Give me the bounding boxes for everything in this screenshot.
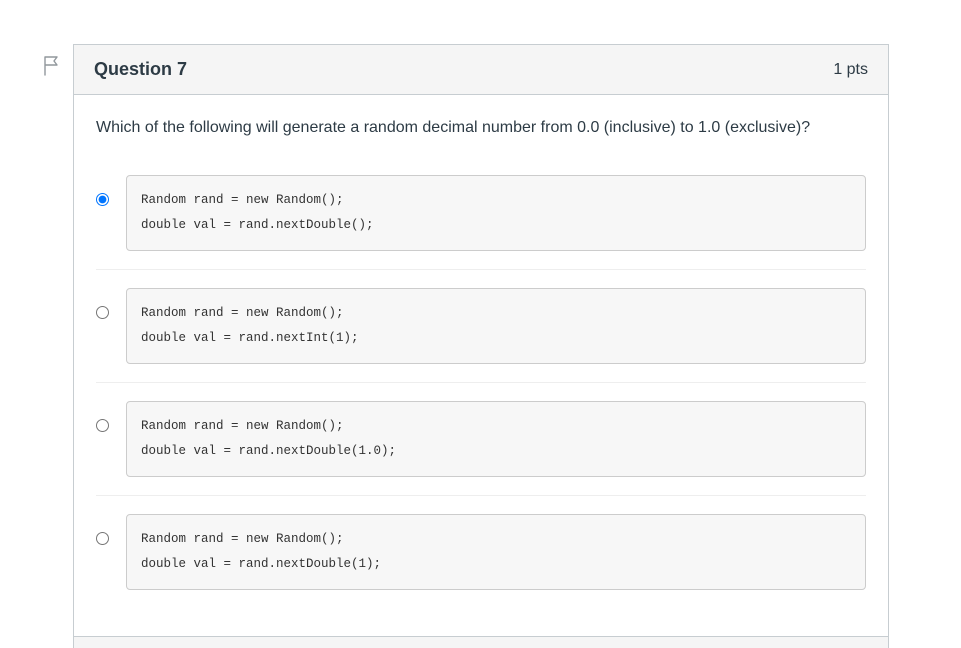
question-points: 1 pts — [833, 61, 868, 79]
answers-list: Random rand = new Random(); double val =… — [96, 175, 866, 608]
question-title: Question 7 — [94, 59, 187, 80]
flag-icon[interactable] — [44, 56, 60, 76]
radio-cell — [96, 288, 126, 319]
question-prompt: Which of the following will generate a r… — [96, 117, 866, 139]
answer-row: Random rand = new Random(); double val =… — [96, 269, 866, 382]
radio-cell — [96, 175, 126, 206]
answer-row: Random rand = new Random(); double val =… — [96, 495, 866, 608]
answer-row: Random rand = new Random(); double val =… — [96, 382, 866, 495]
question-body: Which of the following will generate a r… — [74, 95, 888, 638]
answer-code: Random rand = new Random(); double val =… — [126, 401, 866, 477]
answer-code: Random rand = new Random(); double val =… — [126, 514, 866, 590]
next-question-peek — [73, 636, 889, 648]
answer-code: Random rand = new Random(); double val =… — [126, 288, 866, 364]
radio-cell — [96, 401, 126, 432]
answer-radio[interactable] — [96, 419, 109, 432]
answer-row: Random rand = new Random(); double val =… — [96, 175, 866, 269]
answer-radio[interactable] — [96, 306, 109, 319]
answer-code: Random rand = new Random(); double val =… — [126, 175, 866, 251]
radio-cell — [96, 514, 126, 545]
answer-radio[interactable] — [96, 193, 109, 206]
answer-radio[interactable] — [96, 532, 109, 545]
question-header: Question 7 1 pts — [74, 45, 888, 95]
question-card: Question 7 1 pts Which of the following … — [73, 44, 889, 639]
